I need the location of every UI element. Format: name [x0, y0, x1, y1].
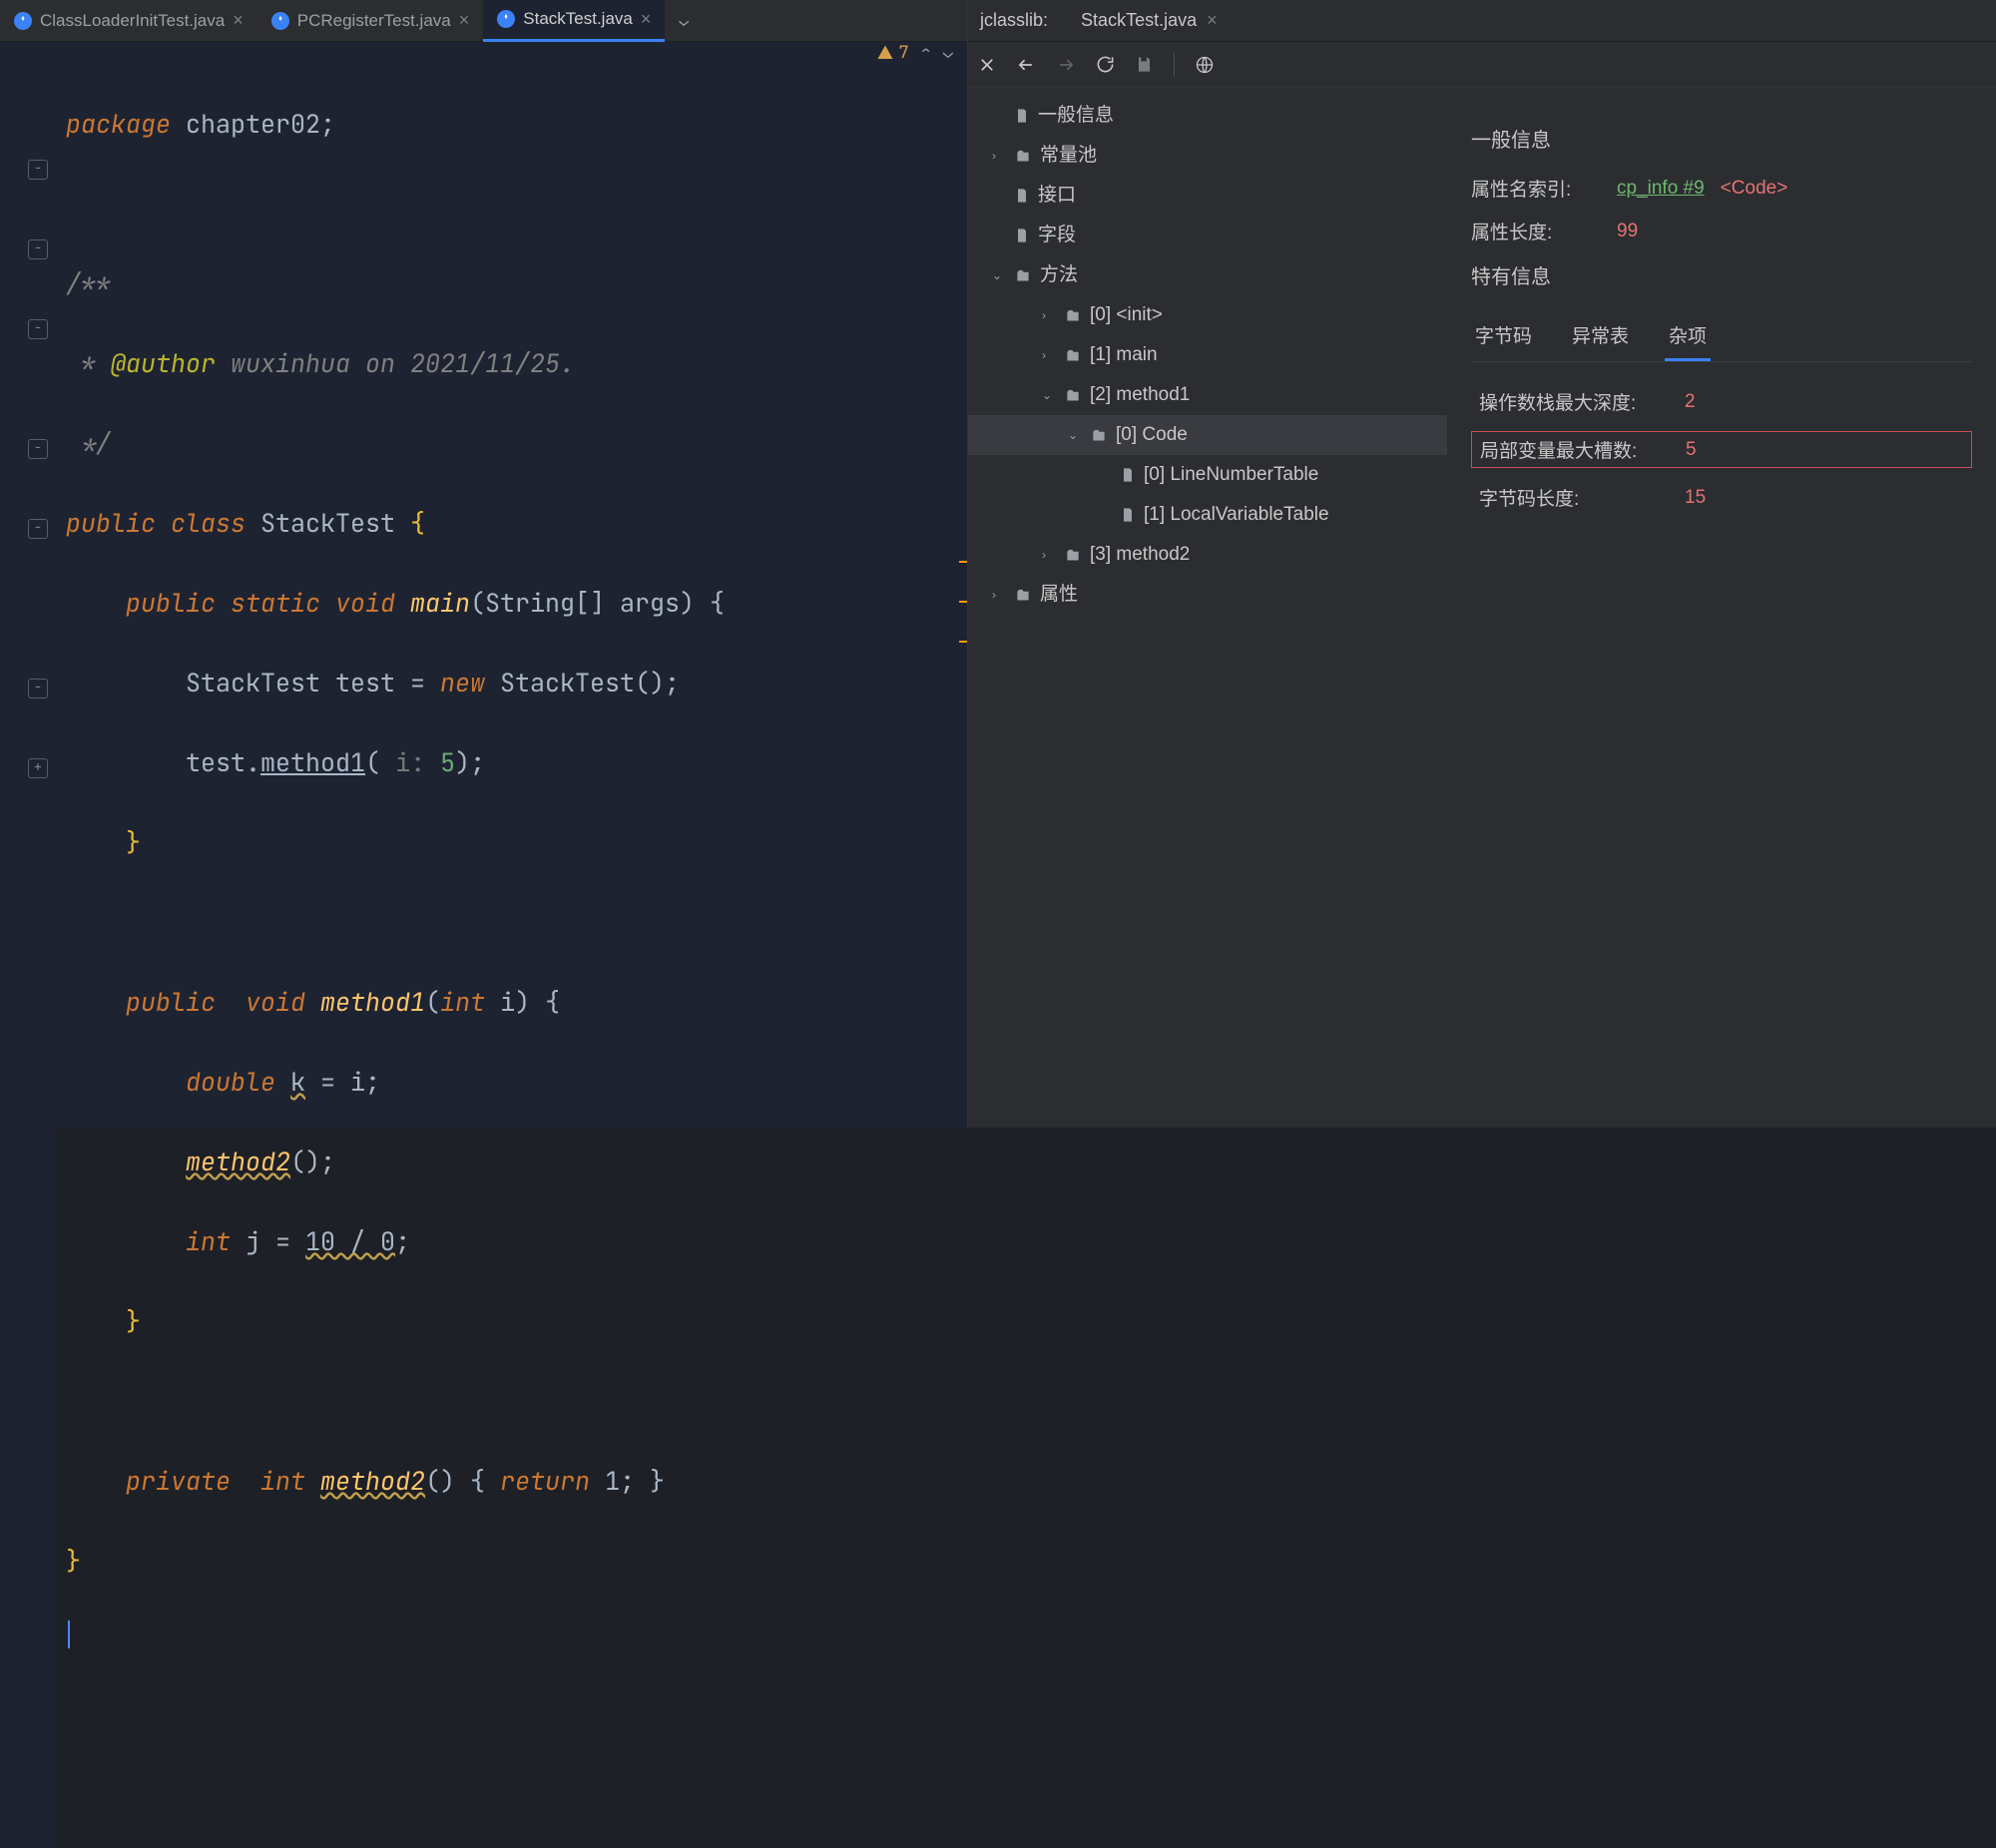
- details-panel: 一般信息 属性名索引: cp_info #9 <Code> 属性长度: 99 特…: [1447, 88, 1996, 1128]
- section-specific: 特有信息: [1471, 260, 1972, 289]
- editor-tabs: ClassLoaderInitTest.java × PCRegisterTes…: [0, 0, 967, 42]
- section-general: 一般信息: [1471, 124, 1972, 153]
- jclasslib-header: jclasslib: StackTest.java ×: [968, 0, 1996, 42]
- code-area[interactable]: − − − − − − + package chapter02; /** * @…: [0, 64, 967, 1848]
- fold-icon[interactable]: −: [28, 319, 48, 339]
- class-tree: 一般信息 ›常量池 接口 字段 ⌄方法 ›[0] <init> ›[1] mai…: [968, 88, 1447, 1128]
- gutter: − − − − − − +: [0, 64, 56, 1848]
- tab-exceptions[interactable]: 异常表: [1568, 311, 1633, 361]
- code-len-value: 15: [1685, 487, 1706, 509]
- detail-tabs: 字节码 异常表 杂项: [1471, 311, 1972, 362]
- attr-len-value: 99: [1617, 221, 1638, 242]
- globe-icon[interactable]: [1195, 55, 1215, 75]
- tab-classloader[interactable]: ClassLoaderInitTest.java ×: [0, 0, 257, 42]
- code-len-label: 字节码长度:: [1479, 484, 1669, 511]
- tab-pcregister[interactable]: PCRegisterTest.java ×: [257, 0, 484, 42]
- close-icon[interactable]: ×: [233, 10, 244, 31]
- tree-node-init[interactable]: ›[0] <init>: [968, 295, 1447, 335]
- tree-node-fields[interactable]: 字段: [968, 216, 1447, 255]
- tree-node-lnt[interactable]: [0] LineNumberTable: [968, 455, 1447, 495]
- tree-node-attrs[interactable]: ›属性: [968, 575, 1447, 615]
- attr-len-label: 属性长度:: [1471, 218, 1601, 244]
- max-locals-value: 5: [1686, 439, 1697, 461]
- tab-label: StackTest.java: [523, 9, 633, 29]
- code-content: package chapter02; /** * @author wuxinhu…: [56, 64, 967, 1848]
- max-stack-value: 2: [1685, 391, 1696, 413]
- tab-label: PCRegisterTest.java: [297, 11, 451, 31]
- nav-down-icon[interactable]: ⌄: [943, 42, 953, 64]
- warning-mark: [959, 641, 967, 643]
- close-icon[interactable]: ×: [641, 9, 652, 30]
- java-icon: [497, 10, 515, 28]
- panel-file: StackTest.java: [1081, 10, 1197, 31]
- warning-mark: [959, 561, 967, 563]
- warning-mark: [959, 601, 967, 603]
- close-icon[interactable]: ×: [459, 10, 470, 31]
- max-stack-label: 操作数栈最大深度:: [1479, 388, 1669, 415]
- fold-icon[interactable]: −: [28, 160, 48, 180]
- nav-up-icon[interactable]: ⌃: [921, 42, 931, 64]
- attr-index-label: 属性名索引:: [1471, 175, 1601, 202]
- back-icon[interactable]: [1016, 55, 1036, 75]
- fold-icon[interactable]: −: [28, 679, 48, 698]
- fold-icon[interactable]: −: [28, 239, 48, 259]
- tab-label: ClassLoaderInitTest.java: [40, 11, 225, 31]
- tree-node-lvt[interactable]: [1] LocalVariableTable: [968, 495, 1447, 535]
- tree-node-general[interactable]: 一般信息: [968, 96, 1447, 136]
- fold-icon[interactable]: +: [28, 758, 48, 778]
- panel-name: jclasslib:: [980, 10, 1048, 31]
- tree-node-main[interactable]: ›[1] main: [968, 335, 1447, 375]
- tab-misc[interactable]: 杂项: [1665, 311, 1711, 361]
- java-icon: [271, 12, 289, 30]
- fold-icon[interactable]: −: [28, 439, 48, 459]
- toolbar: [968, 42, 1996, 88]
- warning-badge[interactable]: 7: [876, 42, 908, 64]
- tree-node-interfaces[interactable]: 接口: [968, 176, 1447, 216]
- tree-node-method1[interactable]: ⌄[2] method1: [968, 375, 1447, 415]
- inspection-bar: 7 ⌃ ⌄: [0, 42, 967, 64]
- tab-bytecode[interactable]: 字节码: [1471, 311, 1536, 361]
- save-icon[interactable]: [1135, 55, 1154, 74]
- tree-node-method2[interactable]: ›[3] method2: [968, 535, 1447, 575]
- fold-icon[interactable]: −: [28, 519, 48, 539]
- close-icon[interactable]: ×: [1207, 10, 1218, 31]
- editor-pane: ClassLoaderInitTest.java × PCRegisterTes…: [0, 0, 968, 1128]
- tab-stacktest[interactable]: StackTest.java ×: [483, 0, 665, 42]
- java-icon: [14, 12, 32, 30]
- highlighted-row: 局部变量最大槽数: 5: [1471, 431, 1972, 468]
- attr-tag: <Code>: [1721, 178, 1788, 200]
- cpinfo-link[interactable]: cp_info #9: [1617, 178, 1705, 200]
- chevron-down-icon[interactable]: ⌄: [671, 10, 697, 31]
- tree-node-methods[interactable]: ⌄方法: [968, 255, 1447, 295]
- max-locals-label: 局部变量最大槽数:: [1480, 436, 1670, 463]
- forward-icon[interactable]: [1056, 55, 1076, 75]
- close-icon[interactable]: [978, 56, 996, 74]
- tree-node-code[interactable]: ⌄[0] Code: [968, 415, 1447, 455]
- refresh-icon[interactable]: [1096, 55, 1115, 74]
- tree-node-constpool[interactable]: ›常量池: [968, 136, 1447, 176]
- jclasslib-pane: jclasslib: StackTest.java × 一般信息 ›常量池 接口…: [968, 0, 1996, 1128]
